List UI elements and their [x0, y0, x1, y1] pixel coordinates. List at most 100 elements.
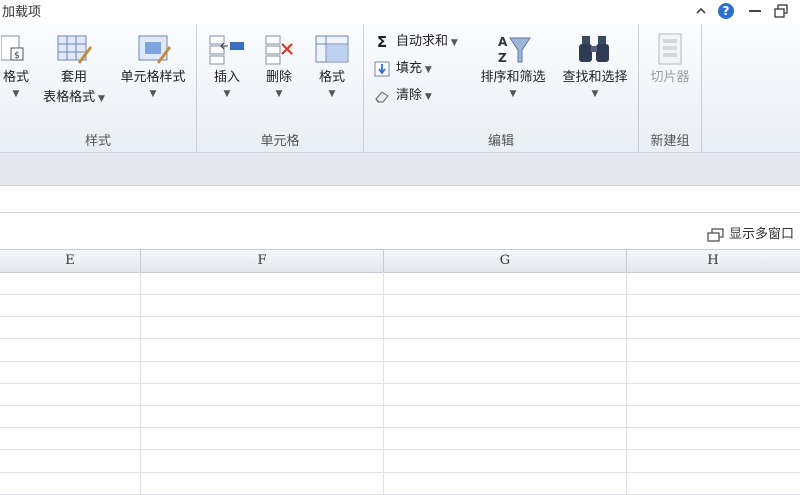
cell[interactable]: [0, 360, 141, 383]
cell[interactable]: [384, 294, 627, 317]
cell[interactable]: [384, 449, 627, 472]
cell[interactable]: [0, 316, 141, 339]
conditional-format-button[interactable]: $ 格式 ▼: [0, 32, 38, 100]
svg-text:A: A: [498, 35, 508, 49]
cell[interactable]: [0, 272, 141, 294]
find-select-button[interactable]: 查找和选择 ▼: [556, 32, 634, 100]
cell[interactable]: [141, 405, 384, 428]
cell[interactable]: [627, 450, 800, 472]
sigma-icon: Σ: [376, 32, 388, 51]
minimize-window-icon[interactable]: [746, 2, 764, 20]
ribbon-tab-bar: 加载项 ?: [0, 0, 800, 25]
cell[interactable]: [627, 472, 800, 494]
fill-label: 填充: [396, 61, 423, 76]
cell[interactable]: [384, 427, 627, 450]
column-header-e[interactable]: E: [0, 250, 141, 272]
group-cells: 插入 ▼ 删除 ▼ 格式 ▼ 单元格: [197, 24, 364, 152]
cell[interactable]: [0, 383, 141, 405]
dropdown-arrow-icon: ▼: [275, 89, 283, 99]
insert-button[interactable]: 插入 ▼: [205, 32, 249, 100]
fill-button[interactable]: 填充 ▼: [374, 57, 432, 81]
ribbon: $ 格式 ▼ 套用 表格格式 ▼ 单元格样式 ▼ 样式 插入 ▼ 删除 ▼ 格式…: [0, 24, 800, 153]
table-row: [0, 471, 800, 495]
table-row: [0, 405, 800, 429]
conditional-format-label: 格式: [2, 70, 29, 85]
cell[interactable]: [384, 338, 627, 361]
restore-window-icon[interactable]: [772, 2, 790, 20]
cell[interactable]: [141, 449, 384, 472]
dropdown-arrow-icon: ▼: [223, 89, 231, 99]
find-select-label: 查找和选择: [562, 70, 628, 85]
cell-styles-button[interactable]: 单元格样式 ▼: [114, 32, 192, 100]
cell[interactable]: [141, 294, 384, 317]
sort-filter-button[interactable]: A Z 排序和筛选 ▼: [474, 32, 552, 100]
cell[interactable]: [627, 405, 800, 427]
cell[interactable]: [141, 427, 384, 450]
multi-window-icon: [707, 227, 724, 242]
slicer-label: 切片器: [650, 70, 690, 85]
column-header-g[interactable]: G: [384, 250, 627, 272]
sort-filter-icon: A Z: [498, 35, 531, 65]
cell-styles-icon: [138, 35, 171, 64]
show-multi-window-button[interactable]: 显示多窗口: [707, 223, 794, 242]
cell[interactable]: [141, 316, 384, 339]
svg-text:Z: Z: [498, 51, 507, 65]
cell[interactable]: [627, 339, 800, 361]
cell[interactable]: [141, 360, 384, 383]
cell[interactable]: [141, 272, 384, 294]
cell[interactable]: [0, 449, 141, 472]
cell[interactable]: [384, 383, 627, 405]
worksheet-grid[interactable]: [0, 272, 800, 495]
tab-addins[interactable]: 加载项: [2, 1, 41, 20]
clear-label: 清除: [396, 88, 423, 103]
table-row: [0, 383, 800, 406]
cell[interactable]: [0, 427, 141, 450]
table-format-label-2: 表格格式: [43, 90, 96, 105]
cell[interactable]: [141, 383, 384, 405]
table-format-label-1: 套用: [60, 70, 87, 85]
cell[interactable]: [627, 272, 800, 294]
column-header-f[interactable]: F: [141, 250, 384, 272]
cell[interactable]: [627, 383, 800, 405]
group-label-editing: 编辑: [487, 134, 514, 149]
cell[interactable]: [0, 471, 141, 494]
minimize-ribbon-icon[interactable]: [692, 2, 710, 20]
dropdown-arrow-icon: ▼: [448, 38, 458, 48]
dropdown-arrow-icon: ▼: [149, 89, 157, 99]
cell[interactable]: [627, 427, 800, 449]
cell[interactable]: [384, 316, 627, 339]
cell[interactable]: [384, 471, 627, 494]
table-format-icon: [57, 35, 92, 64]
cell[interactable]: [141, 471, 384, 494]
delete-cells-icon: [265, 35, 293, 65]
cell[interactable]: [627, 316, 800, 338]
delete-label: 删除: [265, 70, 292, 85]
group-label-cells: 单元格: [260, 134, 300, 149]
cell[interactable]: [0, 405, 141, 428]
dropdown-arrow-icon: ▼: [591, 89, 599, 99]
table-row: [0, 272, 800, 295]
cell[interactable]: [627, 361, 800, 383]
toolbar-strip: [0, 153, 800, 186]
autosum-button[interactable]: Σ 自动求和 ▼: [374, 30, 458, 54]
cell[interactable]: [141, 338, 384, 361]
table-row: [0, 338, 800, 362]
cell[interactable]: [384, 272, 627, 294]
table-format-button[interactable]: 套用 表格格式 ▼: [38, 32, 110, 109]
format-button[interactable]: 格式 ▼: [309, 32, 355, 100]
formula-bar[interactable]: [0, 186, 800, 213]
help-icon[interactable]: ?: [717, 2, 735, 20]
slicer-button[interactable]: 切片器: [643, 32, 697, 88]
dropdown-arrow-icon: ▼: [328, 89, 336, 99]
cell[interactable]: [0, 294, 141, 317]
column-header-h[interactable]: H: [627, 250, 799, 272]
clear-button[interactable]: 清除 ▼: [374, 84, 432, 108]
cell[interactable]: [384, 360, 627, 383]
cell[interactable]: [0, 338, 141, 361]
show-multi-window-label: 显示多窗口: [728, 227, 794, 242]
cell[interactable]: [384, 405, 627, 428]
dropdown-arrow-icon: ▼: [422, 65, 432, 75]
cell[interactable]: [627, 294, 800, 316]
binoculars-icon: [579, 36, 609, 62]
delete-button[interactable]: 删除 ▼: [257, 32, 301, 100]
